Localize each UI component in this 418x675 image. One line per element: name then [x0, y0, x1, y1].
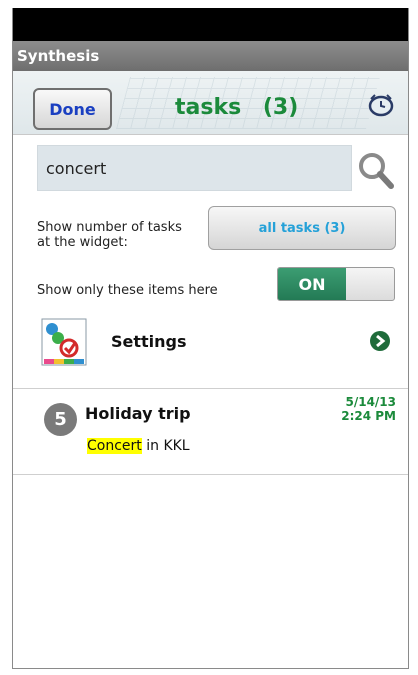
search-highlight: Concert	[87, 438, 142, 454]
divider	[13, 474, 408, 475]
task-row[interactable]: 5 Holiday trip 5/14/13 2:24 PM Concert i…	[13, 389, 408, 475]
task-note: Concert in KKL	[87, 438, 190, 454]
page-title: tasks (3)	[175, 95, 298, 120]
search-icon[interactable]	[355, 150, 395, 190]
task-time: 2:24 PM	[341, 409, 396, 423]
task-title: Holiday trip	[85, 404, 191, 423]
task-note-text: in KKL	[141, 438, 190, 454]
widget-count-label: Show number of tasks at the widget:	[37, 220, 182, 250]
page-title-label: tasks	[175, 95, 242, 120]
done-button[interactable]: Done	[33, 88, 112, 130]
all-tasks-button[interactable]: all tasks (3)	[208, 206, 396, 250]
show-only-toggle[interactable]: ON	[277, 267, 395, 301]
status-bar	[13, 8, 408, 41]
chevron-right-circle-icon[interactable]	[369, 330, 391, 352]
settings-label[interactable]: Settings	[111, 332, 187, 351]
search-input[interactable]	[44, 146, 340, 192]
task-date: 5/14/13	[345, 395, 396, 409]
settings-icon[interactable]	[41, 318, 87, 366]
toggle-on-label: ON	[278, 268, 346, 300]
app-title: Synthesis	[13, 41, 408, 71]
task-number-badge: 5	[44, 403, 77, 436]
task-datetime: 5/14/13 2:24 PM	[341, 395, 396, 423]
app-window: Synthesis Done tasks (3) Show number of …	[12, 8, 409, 669]
search-field[interactable]	[37, 145, 352, 192]
task-count: (3)	[262, 95, 299, 120]
show-only-label: Show only these items here	[37, 283, 218, 298]
header: Done tasks (3)	[13, 71, 408, 135]
alarm-clock-icon[interactable]	[368, 93, 394, 117]
